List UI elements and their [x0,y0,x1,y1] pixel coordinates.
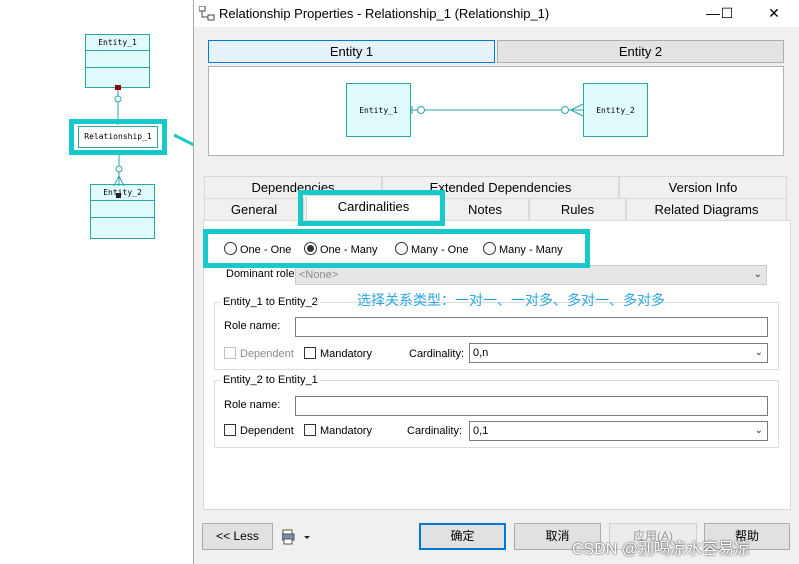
group2-mandatory-checkbox[interactable]: Mandatory [304,424,372,438]
checkbox-box [304,424,316,436]
group1-dependent-checkbox[interactable]: Dependent [224,347,294,361]
group1-role-input[interactable] [295,317,768,337]
ok-button[interactable]: 确定 [419,523,506,550]
group2-dependent-checkbox[interactable]: Dependent [224,424,294,438]
dialog-title: Relationship Properties - Relationship_1… [219,6,550,21]
annotation-text: 选择关系类型：一对一、一对多、多对一、多对多 [357,292,665,308]
group1-cardinality-value: 0,n [473,347,489,359]
checkbox-label: Mandatory [320,425,372,437]
less-button[interactable]: << Less [202,523,273,550]
checkbox-label: Dependent [240,425,294,437]
cardinalities-tab-highlight [298,190,445,226]
group1-cardinality-select[interactable]: 0,n ⌄ [469,343,768,363]
group1-role-label: Role name: [224,320,281,332]
group2-cardinality-label: Cardinality: [407,425,463,437]
maximize-button[interactable]: ☐ [713,2,741,24]
group2-role-input[interactable] [295,396,768,416]
tab-entity-2[interactable]: Entity 2 [497,40,784,63]
tab-rules[interactable]: Rules [529,198,626,220]
tab-related-diagrams[interactable]: Related Diagrams [626,198,787,220]
chevron-down-icon: ⌄ [754,347,763,358]
watermark: CSDN @别喝凉水容易凉 [572,541,751,558]
dominant-role-value: <None> [299,269,339,281]
preview-connector [411,103,584,117]
checkbox-label: Dependent [240,348,294,360]
group2-title: Entity_2 to Entity_1 [221,374,320,386]
relationship-preview: Entity_1 Entity_2 [208,66,784,156]
tab-version-info[interactable]: Version Info [619,176,787,198]
group2-cardinality-select[interactable]: 0,1 ⌄ [469,421,768,441]
tab-general[interactable]: General [204,198,304,220]
cardinality-options-highlight [203,229,590,268]
group2-cardinality-value: 0,1 [473,425,489,437]
tab-entity-1[interactable]: Entity 1 [208,40,495,63]
dominant-role-select[interactable]: <None> ⌄ [295,265,767,285]
dialog-titlebar: Relationship Properties - Relationship_1… [194,0,799,27]
chevron-down-icon: ⌄ [754,425,763,436]
checkbox-box [224,347,236,359]
checkbox-box [224,424,236,436]
group2-role-label: Role name: [224,399,281,411]
close-button[interactable]: ✕ [760,2,788,24]
diagram-relationship[interactable]: Relationship_1 [78,126,158,148]
group1-mandatory-checkbox[interactable]: Mandatory [304,347,372,361]
group1-title: Entity_1 to Entity_2 [221,296,320,308]
chevron-down-icon: ⌄ [753,269,762,280]
checkbox-box [304,347,316,359]
relationship-icon [199,6,215,21]
checkbox-label: Mandatory [320,348,372,360]
print-icon[interactable] [282,529,312,545]
group1-cardinality-label: Cardinality: [409,348,465,360]
dominant-role-label: Dominant role: [226,268,298,280]
tab-notes[interactable]: Notes [441,198,529,220]
relationship-properties-dialog: Relationship Properties - Relationship_1… [193,0,799,564]
